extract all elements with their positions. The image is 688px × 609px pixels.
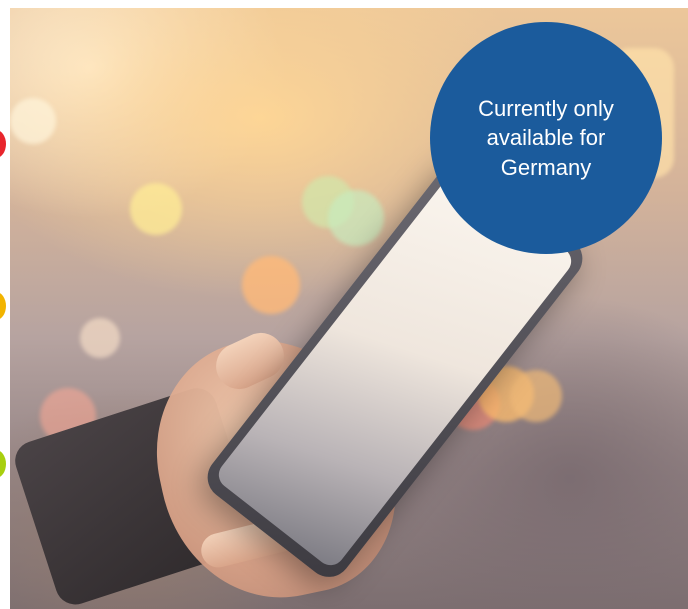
availability-text: Currently only available for Germany [478, 96, 614, 180]
yellow-dot [0, 292, 6, 320]
bokeh-light [328, 190, 384, 246]
bokeh-light [130, 183, 182, 235]
red-dot [0, 130, 6, 158]
page: Currently only available for Germany [0, 0, 688, 609]
availability-badge: Currently only available for Germany [430, 22, 662, 254]
bokeh-light [80, 318, 120, 358]
bokeh-light [510, 370, 562, 422]
bokeh-light [242, 256, 300, 314]
green-dot [0, 450, 6, 478]
bokeh-light [10, 98, 56, 144]
